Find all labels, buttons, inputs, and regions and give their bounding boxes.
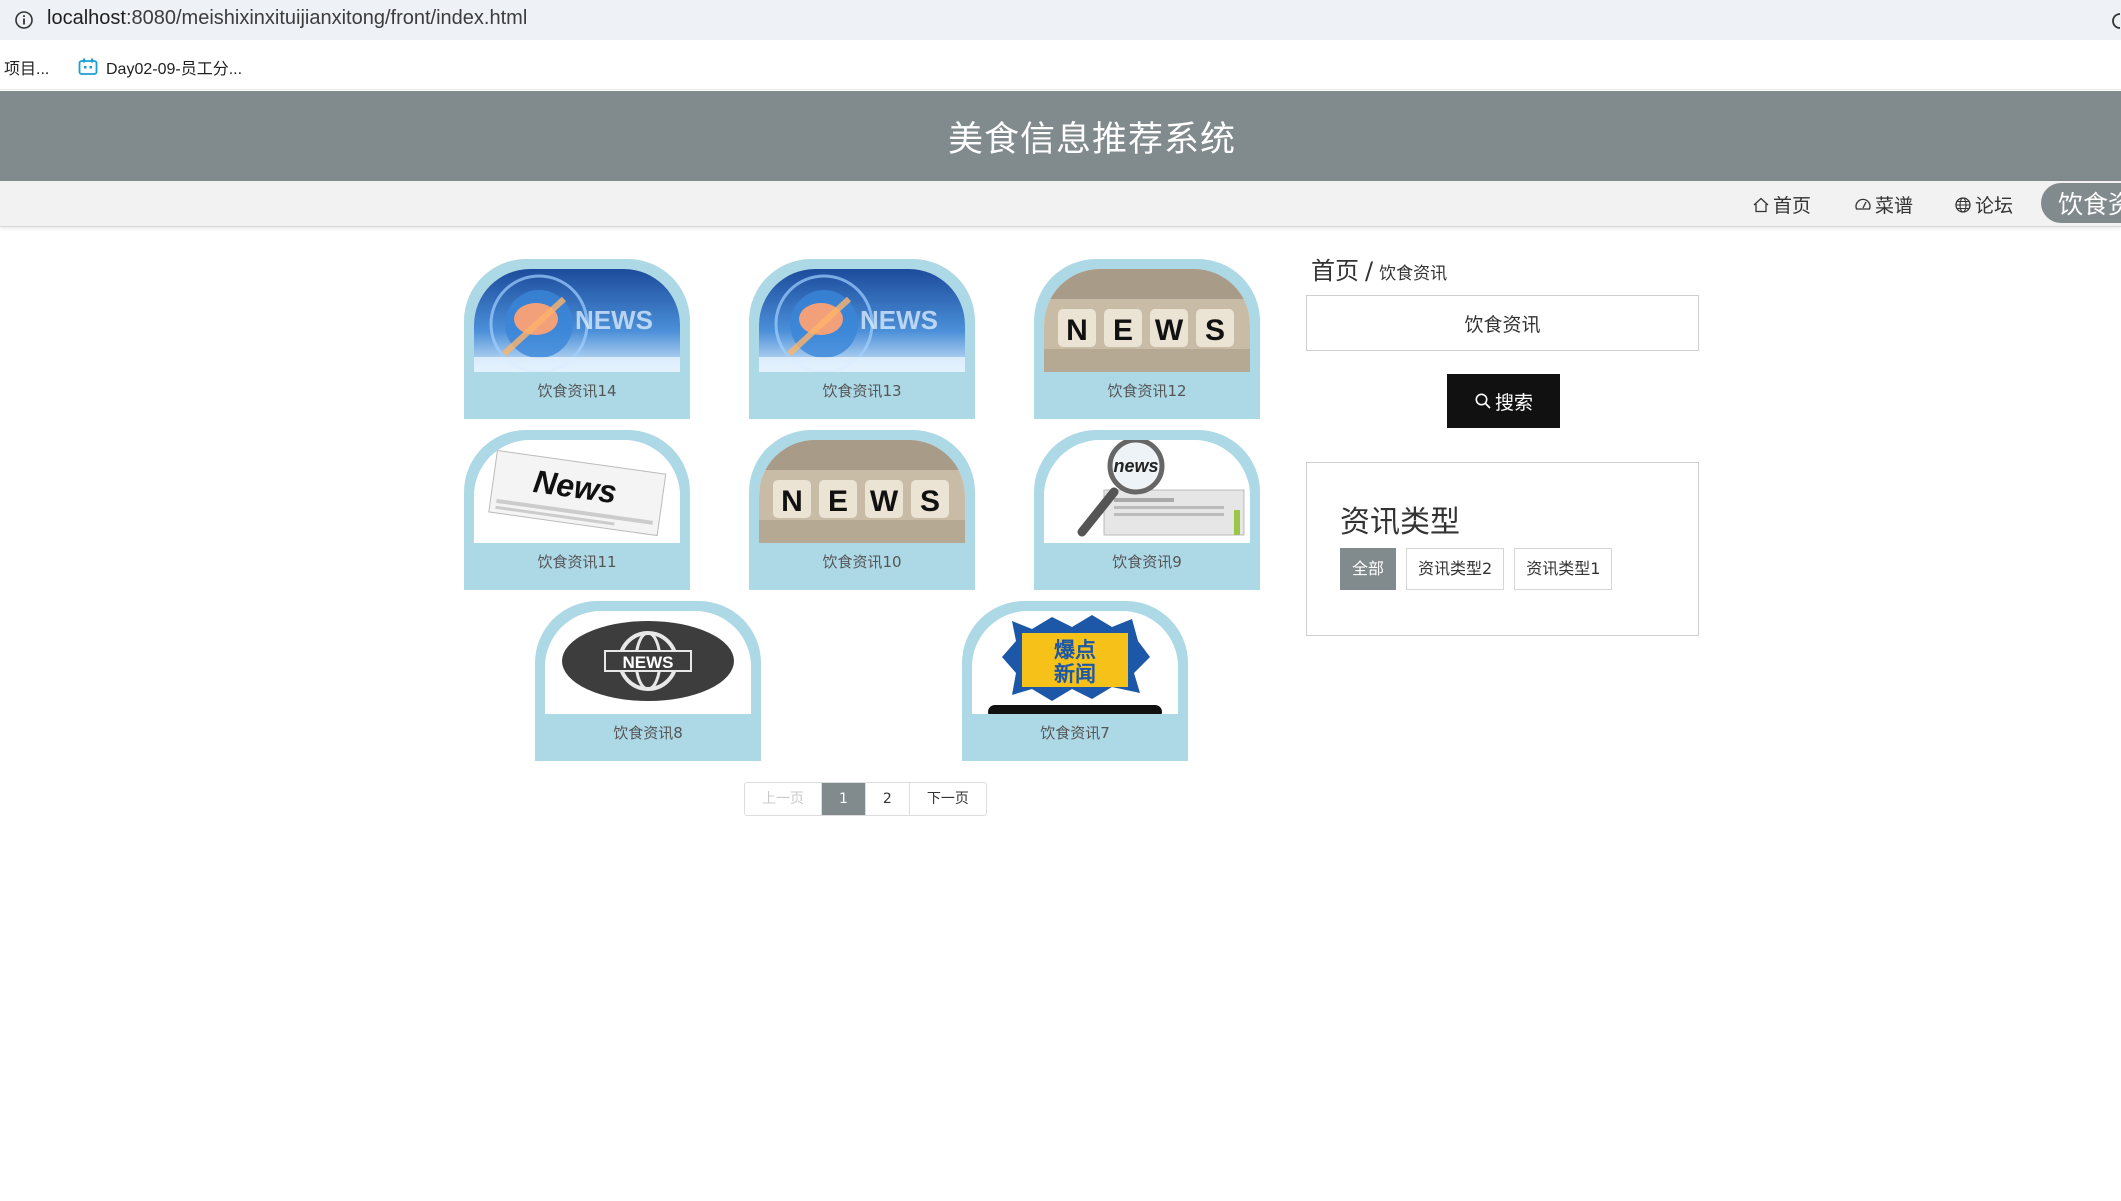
nav-label: 菜谱 xyxy=(1875,195,1914,217)
breadcrumb-separator: / xyxy=(1365,257,1374,285)
next-page-button[interactable]: 下一页 xyxy=(910,783,986,815)
page-2-button[interactable]: 2 xyxy=(866,783,910,815)
news-card-title: 饮食资讯9 xyxy=(1112,553,1182,571)
svg-text:爆点: 爆点 xyxy=(1054,638,1096,662)
news-card[interactable]: N E W S 饮食资讯10 xyxy=(749,430,975,590)
news-card[interactable]: news 饮食资讯9 xyxy=(1034,430,1260,590)
page-1-button[interactable]: 1 xyxy=(822,783,866,815)
nav-item-news[interactable]: 饮食资 xyxy=(2041,183,2121,223)
main-nav: 首页 菜谱 论坛 饮食资 xyxy=(0,181,2121,227)
news-image: News xyxy=(474,440,680,543)
svg-text:S: S xyxy=(1205,314,1225,347)
svg-text:E: E xyxy=(1113,314,1133,347)
news-card-title: 饮食资讯7 xyxy=(1040,724,1110,742)
svg-text:S: S xyxy=(920,485,940,518)
news-card[interactable]: NEWS 饮食资讯13 xyxy=(749,259,975,419)
svg-text:N: N xyxy=(1066,314,1088,347)
url-host: localhost xyxy=(47,7,126,29)
news-card-title: 饮食资讯13 xyxy=(822,382,902,400)
site-header: 美食信息推荐系统 xyxy=(0,91,2121,181)
search-button[interactable]: 搜索 xyxy=(1447,374,1560,428)
nav-label: 饮食资 xyxy=(2058,190,2121,219)
news-card-title: 饮食资讯8 xyxy=(613,724,683,742)
news-card[interactable]: NEWS 饮食资讯8 xyxy=(535,601,761,761)
nav-label: 首页 xyxy=(1773,195,1812,217)
svg-text:E: E xyxy=(828,485,848,518)
news-type-panel: 资讯类型 全部 资讯类型2 资讯类型1 xyxy=(1306,462,1699,636)
type-tag-all[interactable]: 全部 xyxy=(1340,548,1397,590)
bookmark-label: Day02-09-员工分... xyxy=(106,61,243,78)
svg-text:NEWS: NEWS xyxy=(623,653,674,672)
info-icon[interactable] xyxy=(14,10,34,30)
svg-text:NEWS: NEWS xyxy=(575,305,653,335)
svg-text:W: W xyxy=(1155,314,1184,347)
news-type-tags: 全部 资讯类型2 资讯类型1 xyxy=(1340,548,1613,590)
bookmark-item[interactable]: 项目... xyxy=(4,55,49,79)
news-card[interactable]: 爆点 新闻 饮食资讯7 xyxy=(962,601,1188,761)
reload-icon[interactable] xyxy=(2109,10,2121,32)
nav-item-forum[interactable]: 论坛 xyxy=(1954,191,2013,218)
breadcrumb-current: 饮食资讯 xyxy=(1379,264,1448,284)
news-image: NEWS xyxy=(759,269,965,372)
calendar-icon xyxy=(78,58,98,75)
home-icon xyxy=(1753,197,1769,212)
search-input[interactable] xyxy=(1306,295,1699,351)
pagination: 上一页 1 2 下一页 xyxy=(744,782,987,816)
news-card-title: 饮食资讯10 xyxy=(822,553,902,571)
search-icon xyxy=(1475,393,1491,409)
type-tag[interactable]: 资讯类型2 xyxy=(1406,548,1505,590)
news-image: N E W S xyxy=(1044,269,1250,372)
news-card[interactable]: N E W S 饮食资讯12 xyxy=(1034,259,1260,419)
url-path: :8080/meishixinxituijianxitong/front/ind… xyxy=(125,7,528,29)
nav-label: 论坛 xyxy=(1975,195,2014,217)
svg-text:N: N xyxy=(781,485,803,518)
news-card[interactable]: News 饮食资讯11 xyxy=(464,430,690,590)
nav-item-home[interactable]: 首页 xyxy=(1752,191,1811,218)
news-image: NEWS xyxy=(545,611,751,714)
news-type-title: 资讯类型 xyxy=(1340,505,1460,540)
bookmark-item[interactable]: Day02-09-员工分... xyxy=(78,55,242,79)
prev-page-button[interactable]: 上一页 xyxy=(745,783,822,815)
breadcrumb-home[interactable]: 首页 xyxy=(1311,257,1359,285)
news-card-title: 饮食资讯14 xyxy=(537,382,617,400)
news-image: NEWS xyxy=(474,269,680,372)
dashboard-icon xyxy=(1855,198,1871,210)
bookmarks-bar: 项目... Day02-09-员工分... xyxy=(0,40,2121,90)
site-title: 美食信息推荐系统 xyxy=(947,120,1236,160)
news-card-title: 饮食资讯12 xyxy=(1107,382,1187,400)
browser-url-bar[interactable]: localhost:8080/meishixinxituijianxitong/… xyxy=(0,0,2121,40)
svg-text:NEWS: NEWS xyxy=(860,305,938,335)
news-image: N E W S xyxy=(759,440,965,543)
nav-item-recipe[interactable]: 菜谱 xyxy=(1854,191,1913,218)
svg-text:新闻: 新闻 xyxy=(1054,662,1096,686)
news-image: 爆点 新闻 xyxy=(972,611,1178,714)
svg-text:W: W xyxy=(870,485,899,518)
type-tag[interactable]: 资讯类型1 xyxy=(1514,548,1613,590)
news-image: news xyxy=(1044,440,1250,543)
search-button-label: 搜索 xyxy=(1494,391,1533,414)
breadcrumb: 首页 / 饮食资讯 xyxy=(1311,251,1447,286)
url-text[interactable]: localhost:8080/meishixinxituijianxitong/… xyxy=(47,7,527,30)
news-card-title: 饮食资讯11 xyxy=(537,553,617,571)
svg-text:news: news xyxy=(1113,456,1158,476)
globe-icon xyxy=(1955,196,1971,213)
news-card[interactable]: NEWS 饮食资讯14 xyxy=(464,259,690,419)
